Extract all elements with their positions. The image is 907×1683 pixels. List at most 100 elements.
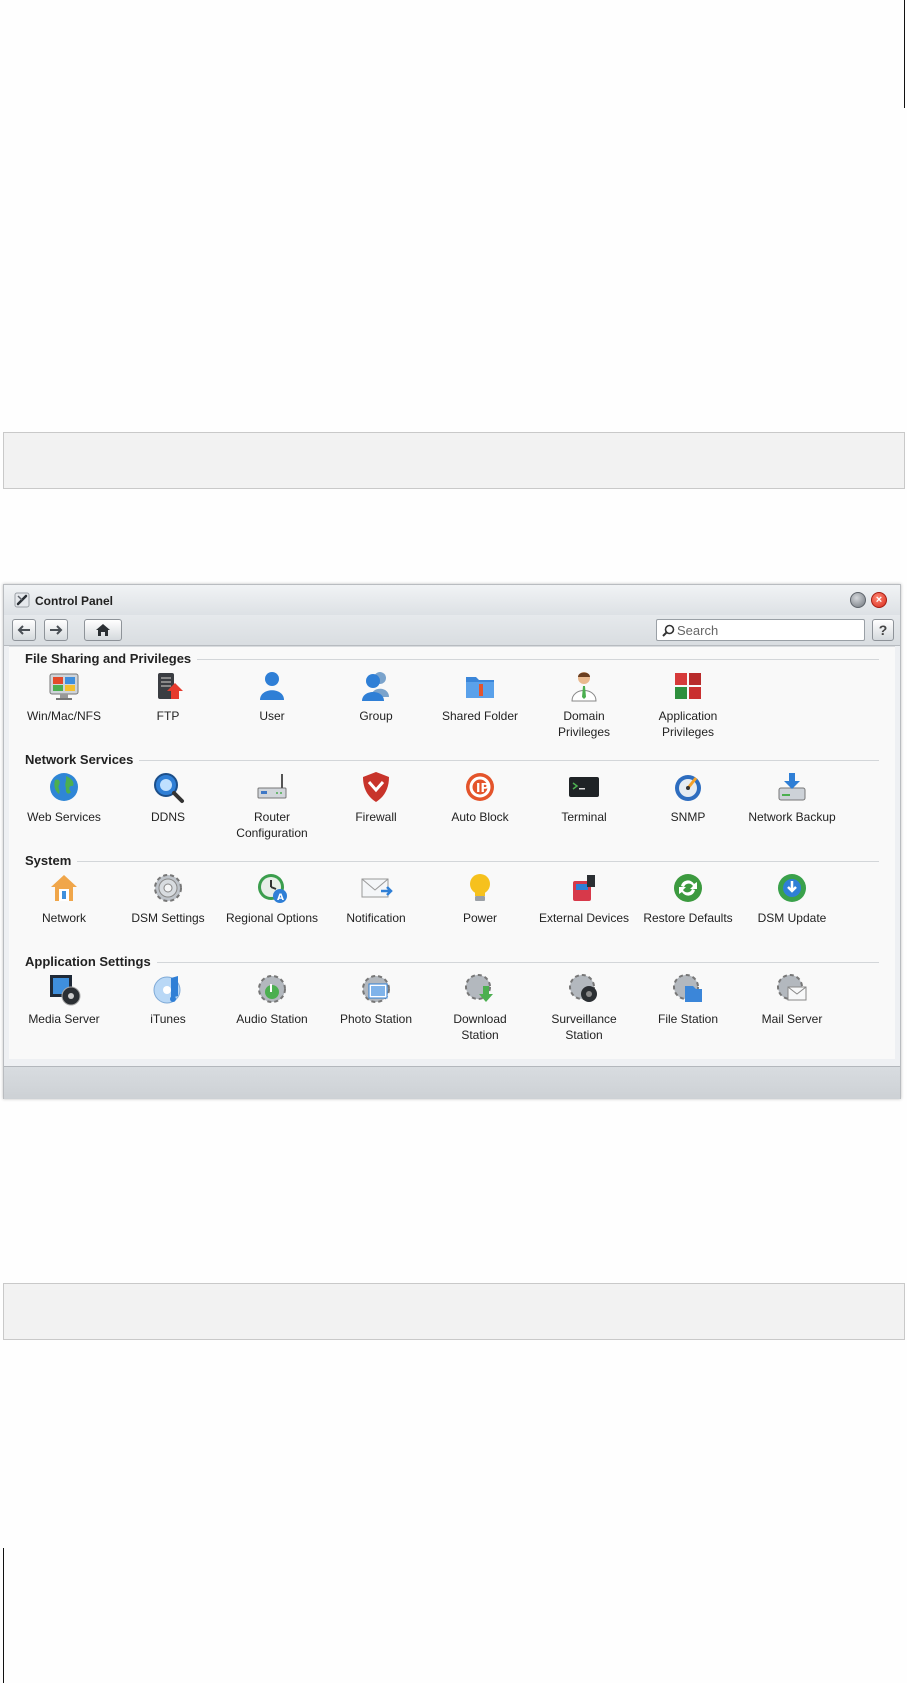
control-item-auto-block[interactable]: IP Auto Block <box>428 770 532 848</box>
camera-gear-icon <box>569 974 597 1002</box>
control-item-photo-station[interactable]: Photo Station <box>324 972 428 1050</box>
section-header: Application Settings <box>25 954 879 970</box>
control-panel-content: File Sharing and Privileges Win/Mac/NFS FT… <box>9 646 895 1059</box>
minimize-button[interactable] <box>850 592 866 608</box>
control-item-label: DSM Update <box>757 911 827 925</box>
control-item-file-station[interactable]: File Station <box>636 972 740 1050</box>
control-item-domain-privileges[interactable]: Domain Privileges <box>532 669 636 747</box>
control-item-network-backup[interactable]: Network Backup <box>740 770 844 848</box>
window-title: Control Panel <box>35 594 114 608</box>
control-item-label: File Station <box>657 1012 719 1026</box>
section-header: File Sharing and Privileges <box>25 651 879 667</box>
control-item-application-privileges[interactable]: Application Privileges <box>636 669 740 747</box>
control-item-label: Terminal <box>561 810 607 824</box>
section-header: Network Services <box>25 752 879 768</box>
media-server-icon <box>50 975 81 1006</box>
control-item-dsm-settings[interactable]: DSM Settings <box>116 871 220 949</box>
control-item-label: Download Station <box>453 1012 507 1042</box>
section-title: Network Services <box>25 752 140 767</box>
control-item-shared-folder[interactable]: Shared Folder <box>428 669 532 747</box>
control-item-label: DDNS <box>150 810 185 824</box>
control-item-itunes[interactable]: iTunes <box>116 972 220 1050</box>
shared-folder-icon <box>466 677 494 698</box>
back-button[interactable] <box>12 619 36 641</box>
control-item-mail-server[interactable]: Mail Server <box>740 972 844 1050</box>
control-item-label: Domain Privileges <box>557 709 611 739</box>
control-item-label: Group <box>359 709 393 723</box>
section-network-services: Network Services Web Services DDNS Router C… <box>9 748 895 850</box>
clock-icon: A <box>258 874 287 903</box>
control-item-regional-options[interactable]: A Regional Options <box>220 871 324 949</box>
toolbar: ? <box>4 615 900 646</box>
control-item-snmp[interactable]: SNMP <box>636 770 740 848</box>
itunes-icon <box>153 976 181 1004</box>
forward-button[interactable] <box>44 619 68 641</box>
control-item-group[interactable]: Group <box>324 669 428 747</box>
ftp-server-icon <box>158 673 183 699</box>
control-item-surveillance-station[interactable]: Surveillance Station <box>532 972 636 1050</box>
help-button[interactable]: ? <box>872 619 894 641</box>
usb-device-icon <box>573 875 595 901</box>
control-item-dsm-update[interactable]: DSM Update <box>740 871 844 949</box>
mail-gear-icon <box>777 974 807 1001</box>
control-item-label: Media Server <box>28 1012 100 1026</box>
control-item-label: Win/Mac/NFS <box>26 709 101 723</box>
control-item-label: DSM Settings <box>131 911 205 925</box>
section-application-settings: Application Settings Media Server iTunes Au… <box>9 950 895 1052</box>
home-button[interactable] <box>84 619 122 641</box>
page-edge-line-bottom <box>3 1548 4 1683</box>
control-item-label: Router Configuration <box>236 810 308 840</box>
control-item-web-services[interactable]: Web Services <box>12 770 116 848</box>
control-item-firewall[interactable]: Firewall <box>324 770 428 848</box>
control-item-label: Restore Defaults <box>643 911 733 925</box>
control-item-label: Auto Block <box>451 810 509 824</box>
close-button[interactable]: × <box>871 592 887 608</box>
snmp-dial-icon <box>675 775 701 801</box>
control-item-user[interactable]: User <box>220 669 324 747</box>
control-item-label: Surveillance Station <box>551 1012 617 1042</box>
audio-gear-icon <box>258 975 286 1003</box>
control-item-ftp[interactable]: FTP <box>116 669 220 747</box>
control-item-power[interactable]: Power <box>428 871 532 949</box>
block-ip-icon: IP <box>466 773 494 801</box>
control-item-terminal[interactable]: Terminal <box>532 770 636 848</box>
control-item-label: Photo Station <box>339 1012 413 1026</box>
search-input[interactable] <box>677 621 857 639</box>
control-item-label: Network <box>41 911 86 925</box>
control-item-audio-station[interactable]: Audio Station <box>220 972 324 1050</box>
cubes-icon <box>675 673 701 699</box>
control-item-restore-defaults[interactable]: Restore Defaults <box>636 871 740 949</box>
control-item-ddns[interactable]: DDNS <box>116 770 220 848</box>
refresh-arrows-icon <box>674 874 702 902</box>
control-item-win-mac-nfs[interactable]: Win/Mac/NFS <box>12 669 116 747</box>
section-title: System <box>25 853 78 868</box>
control-item-label: Notification <box>346 911 406 925</box>
ddns-magnifier-icon <box>154 773 184 803</box>
control-item-router-configuration[interactable]: Router Configuration <box>220 770 324 848</box>
domain-user-icon <box>571 672 597 702</box>
control-item-label: Power <box>462 911 497 925</box>
control-item-notification[interactable]: Notification <box>324 871 428 949</box>
network-house-icon <box>51 875 77 901</box>
control-panel-app-icon <box>14 592 30 608</box>
control-item-network[interactable]: Network <box>12 871 116 949</box>
search-box[interactable] <box>656 619 865 641</box>
control-item-label: Firewall <box>355 810 397 824</box>
globe-icon <box>50 773 78 801</box>
control-item-external-devices[interactable]: External Devices <box>532 871 636 949</box>
section-system: System Network DSM Settings A Regional Optio… <box>9 849 895 951</box>
control-item-label: SNMP <box>670 810 706 824</box>
update-icon <box>778 874 806 902</box>
title-bar[interactable]: Control Panel × <box>4 585 900 615</box>
monitor-icon <box>49 673 79 700</box>
page-edge-line-top <box>904 0 905 108</box>
control-item-download-station[interactable]: Download Station <box>428 972 532 1050</box>
backup-drive-icon <box>778 773 806 801</box>
section-header: System <box>25 853 879 869</box>
control-item-media-server[interactable]: Media Server <box>12 972 116 1050</box>
light-bulb-icon <box>470 874 490 901</box>
control-item-label: Regional Options <box>225 911 319 925</box>
user-icon <box>260 672 284 700</box>
envelope-icon <box>361 878 393 898</box>
magnifier-icon <box>662 624 675 637</box>
